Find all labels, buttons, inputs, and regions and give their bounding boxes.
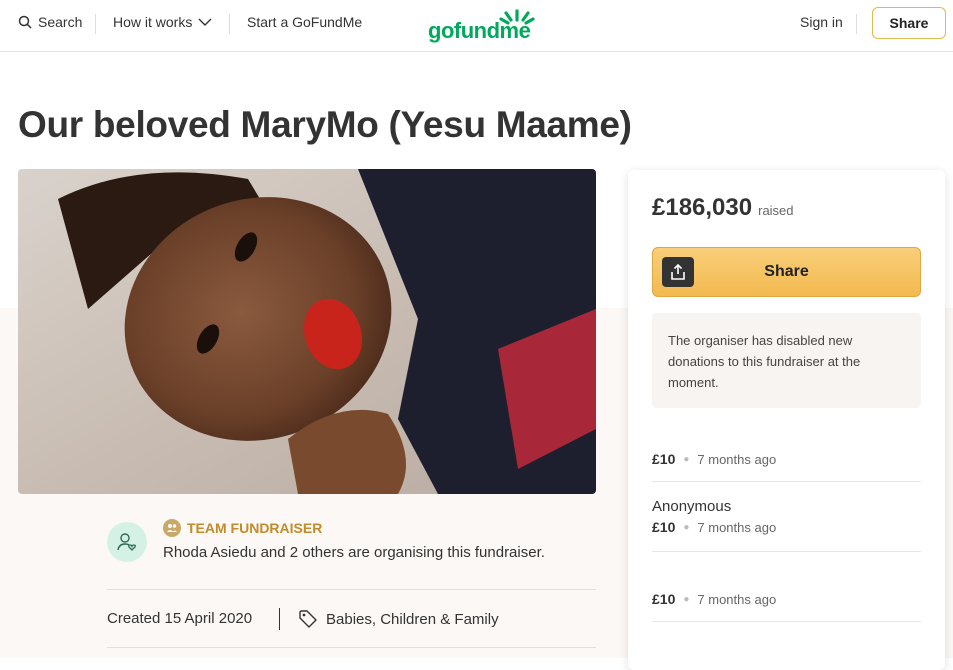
separator-dot: ● <box>683 593 690 605</box>
donation-divider <box>652 621 921 622</box>
donation-divider <box>652 481 921 482</box>
chevron-down-icon <box>198 18 212 26</box>
donation-divider <box>652 551 921 552</box>
separator-dot: ● <box>683 521 690 533</box>
donation-item: Anonymous £10 ● 7 months ago <box>652 498 921 535</box>
donor-name: Anonymous <box>652 498 732 515</box>
organiser-text[interactable]: Rhoda Asiedu and 2 others are organising… <box>163 544 545 561</box>
donation-amount: £10 <box>652 591 676 607</box>
organiser-avatar <box>107 522 147 562</box>
tag-icon <box>299 610 317 628</box>
amount-value: £186,030 <box>652 194 753 221</box>
search-icon <box>18 15 32 29</box>
header-share-button[interactable]: Share <box>872 7 946 39</box>
donation-time: 7 months ago <box>697 451 777 467</box>
campaign-photo[interactable] <box>18 169 596 494</box>
how-it-works-menu[interactable]: How it works <box>113 14 212 30</box>
search-label: Search <box>38 14 83 30</box>
logo-text: gofundme <box>428 18 531 43</box>
donation-sidebar: £186,030 raised Share The organiser has … <box>628 170 945 670</box>
team-icon <box>163 519 181 537</box>
how-it-works-label: How it works <box>113 14 193 30</box>
start-gofundme-label: Start a GoFundMe <box>247 14 363 30</box>
search-link[interactable]: Search <box>18 14 82 30</box>
donation-amount: £10 <box>652 519 676 535</box>
separator-dot: ● <box>683 453 690 465</box>
donation-time: 7 months ago <box>697 519 777 535</box>
donations-disabled-notice: The organiser has disabled new donations… <box>652 313 921 408</box>
category-label: Babies, Children & Family <box>326 610 499 628</box>
user-heart-icon <box>117 533 136 551</box>
sign-in-link[interactable]: Sign in <box>800 14 843 30</box>
share-icon <box>662 257 694 287</box>
team-fundraiser-label: TEAM FUNDRAISER <box>163 519 322 537</box>
divider <box>107 589 596 590</box>
created-date: Created 15 April 2020 <box>107 610 253 627</box>
meta-divider <box>279 608 280 630</box>
start-gofundme-link[interactable]: Start a GoFundMe <box>247 14 362 30</box>
divider <box>107 647 596 648</box>
gofundme-logo[interactable]: gofundme <box>428 6 538 43</box>
share-button-label: Share <box>764 263 809 280</box>
page-title: Our beloved MaryMo (Yesu Maame) <box>18 104 632 145</box>
amount-raised: £186,030 raised <box>652 194 794 222</box>
team-fundraiser-text: TEAM FUNDRAISER <box>187 520 323 536</box>
category-link[interactable]: Babies, Children & Family <box>298 609 499 629</box>
share-button[interactable]: Share <box>652 247 921 297</box>
donation-item: £10 ● 7 months ago <box>652 591 921 607</box>
donation-time: 7 months ago <box>697 591 777 607</box>
nav-divider <box>229 14 230 34</box>
donation-item: £10 ● 7 months ago <box>652 451 921 467</box>
sign-in-label: Sign in <box>800 14 843 30</box>
donation-amount: £10 <box>652 451 676 467</box>
nav-divider <box>95 14 96 34</box>
amount-suffix: raised <box>758 203 794 218</box>
top-nav: Search How it works Start a GoFundMe gof… <box>0 0 953 52</box>
nav-divider <box>856 14 857 34</box>
